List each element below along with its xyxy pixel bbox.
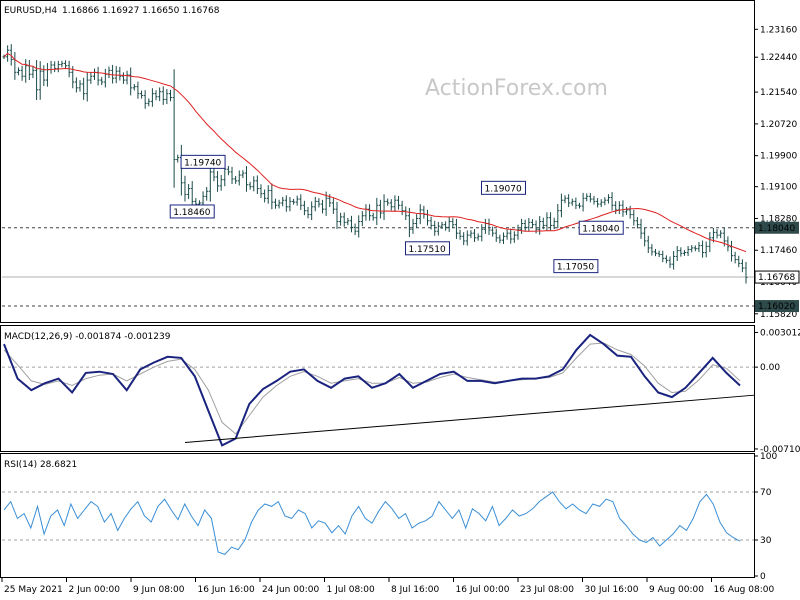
macd-trendline bbox=[184, 394, 755, 444]
annotation-label: 1.18460 bbox=[173, 208, 210, 218]
rsi-layer bbox=[2, 491, 754, 555]
macd-tick-label: 0.00 bbox=[760, 363, 780, 373]
chart-canvas: EURUSD,H4 1.16866 1.16927 1.16650 1.1676… bbox=[0, 0, 800, 595]
macd-main-line bbox=[3, 333, 741, 447]
price-tag-label: 1.16020 bbox=[758, 302, 795, 312]
rsi-title: RSI(14) 28.6821 bbox=[4, 460, 77, 470]
rsi-tick-label: 70 bbox=[760, 488, 772, 498]
price-tick-label: 1.19900 bbox=[760, 152, 797, 162]
price-tick-label: 1.19100 bbox=[760, 183, 797, 193]
axis-layer: 1.23160 1.22440 1.21540 1.20720 1.19900 1.191… bbox=[1, 25, 800, 595]
current-price-tag-label: 1.16768 bbox=[758, 273, 795, 283]
x-tick-label: 30 Jul 16:00 bbox=[585, 585, 639, 595]
watermark-text: ActionForex.com bbox=[425, 76, 608, 101]
moving-average-line bbox=[3, 52, 747, 253]
x-tick-label: 24 Jun 00:00 bbox=[262, 585, 319, 595]
price-tick-label: 1.17460 bbox=[760, 246, 797, 256]
x-tick-label: 8 Jul 16:00 bbox=[391, 585, 440, 595]
rsi-panel-frame bbox=[0, 453, 755, 578]
annotation-label: 1.17510 bbox=[408, 245, 445, 255]
annotation-label: 1.17050 bbox=[557, 263, 594, 273]
x-tick-label: 16 Jul 00:00 bbox=[456, 585, 510, 595]
x-tick-label: 2 Jun 00:00 bbox=[69, 585, 121, 595]
macd-title: MACD(12,26,9) -0.001874 -0.001239 bbox=[4, 332, 171, 342]
price-tick-label: 1.22440 bbox=[760, 53, 797, 63]
ohlc-label: 1.16866 1.16927 1.16650 1.16768 bbox=[62, 6, 220, 16]
macd-panel-frame bbox=[0, 325, 755, 452]
x-tick-label: 9 Jun 08:00 bbox=[133, 585, 185, 595]
x-tick-label: 1 Jul 08:00 bbox=[327, 585, 376, 595]
x-tick-label: 25 May 2021 bbox=[4, 585, 63, 595]
x-tick-label: 16 Jun 16:00 bbox=[198, 585, 255, 595]
x-tick-label: 23 Jul 08:00 bbox=[520, 585, 574, 595]
x-tick-label: 9 Aug 00:00 bbox=[649, 585, 704, 595]
rsi-tick-label: 100 bbox=[760, 452, 777, 462]
rsi-tick-label: 0 bbox=[760, 572, 766, 582]
annotation-label: 1.18040 bbox=[582, 224, 619, 234]
price-tick-label: 1.20720 bbox=[760, 120, 797, 130]
chart-window: EURUSD,H4 1.16866 1.16927 1.16650 1.1676… bbox=[0, 0, 800, 600]
macd-layer bbox=[2, 333, 755, 447]
price-tag-label: 1.18040 bbox=[758, 224, 795, 234]
symbol-label: EURUSD,H4 bbox=[4, 6, 57, 16]
price-tick-label: 1.21540 bbox=[760, 88, 797, 98]
rsi-tick-label: 30 bbox=[760, 536, 772, 546]
annotation-label: 1.19070 bbox=[484, 184, 521, 194]
annotation-label: 1.19740 bbox=[184, 158, 221, 168]
x-tick-label: 16 Aug 08:00 bbox=[714, 585, 775, 595]
price-tick-label: 1.23160 bbox=[760, 25, 797, 35]
price-panel-frame bbox=[0, 0, 755, 323]
macd-tick-label: 0.003012 bbox=[760, 328, 800, 338]
rsi-line bbox=[3, 491, 741, 555]
price-layer: 1.19740 1.18460 1.17510 1.19070 1.18040 1.170… bbox=[2, 44, 754, 307]
